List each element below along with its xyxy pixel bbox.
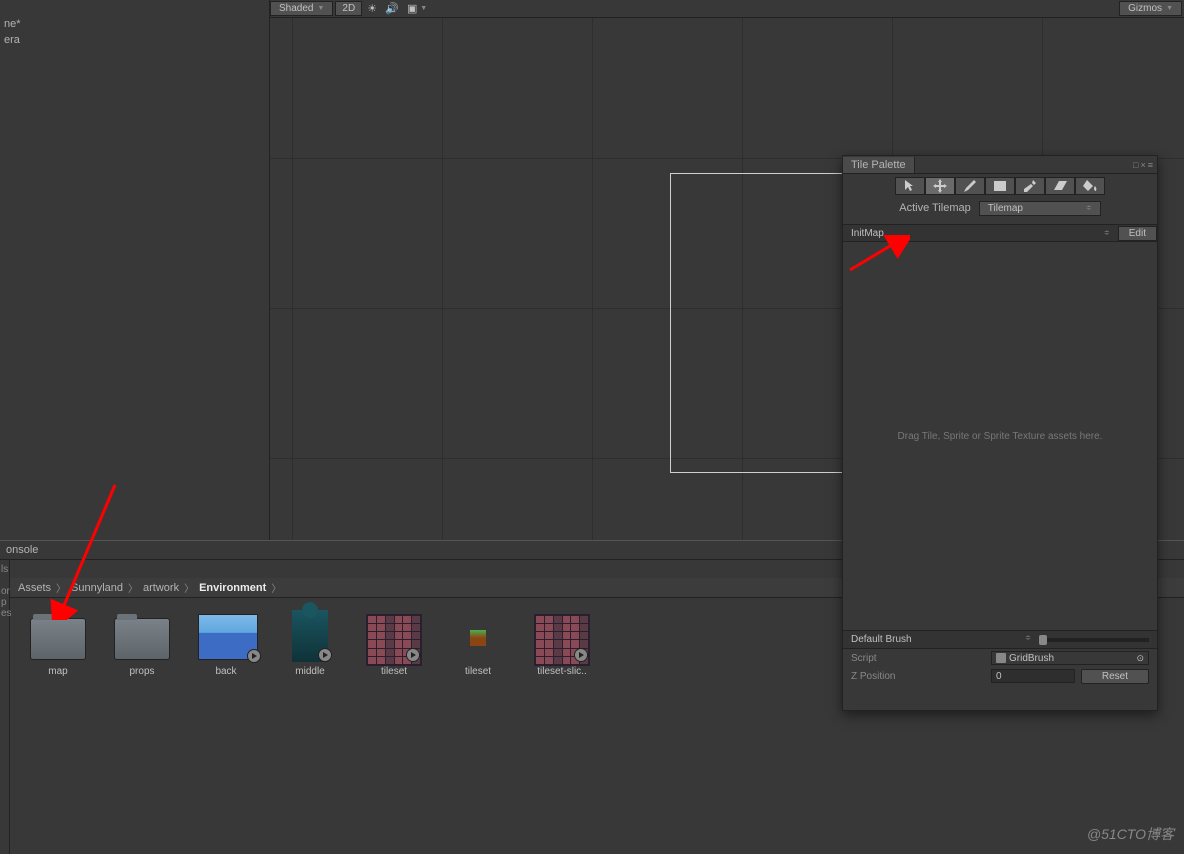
folder-icon — [30, 618, 86, 660]
scene-toolbar: Shaded▼ 2D ☀ 🔊 ▣ ▼ Gizmos▼ — [270, 0, 1184, 18]
asset-folder-props[interactable]: props — [110, 614, 174, 677]
active-tilemap-label: Active Tilemap — [899, 202, 971, 214]
palette-footer: Default Brush≑ Script GridBrush⊙ Z Posit… — [843, 630, 1157, 685]
palette-dropdown[interactable]: InitMap≑ — [843, 227, 1118, 240]
active-tilemap-row: Active Tilemap Tilemap≑ — [843, 198, 1157, 218]
asset-tile-single[interactable]: tileset — [446, 614, 510, 677]
watermark: @51CTO博客 — [1087, 824, 1174, 844]
breadcrumb-sunnyland[interactable]: Sunnyland — [69, 582, 125, 594]
tile-icon — [470, 630, 486, 646]
asset-folder-map[interactable]: map — [26, 614, 90, 677]
script-label: Script — [851, 653, 991, 664]
palette-select-row: InitMap≑ Edit — [843, 224, 1157, 242]
breadcrumb-assets[interactable]: Assets — [16, 582, 53, 594]
fill-tool[interactable] — [1075, 177, 1105, 195]
play-icon[interactable] — [318, 648, 332, 662]
tilemap-dropdown[interactable]: Tilemap≑ — [979, 201, 1101, 216]
hierarchy-item[interactable]: era — [0, 32, 269, 48]
hierarchy-header — [0, 0, 269, 16]
asset-sprite-middle[interactable]: middle — [278, 614, 342, 677]
dock-icon[interactable]: □ — [1133, 160, 1138, 170]
close-icon[interactable]: × — [1140, 160, 1145, 170]
tile-palette-tab[interactable]: Tile Palette — [843, 157, 915, 173]
project-sidebar: ls or p es — [0, 560, 10, 854]
palette-toolbar — [843, 174, 1157, 198]
audio-icon[interactable]: 🔊 — [382, 1, 402, 16]
script-field[interactable]: GridBrush⊙ — [991, 651, 1149, 665]
menu-icon[interactable]: ≡ — [1148, 160, 1153, 170]
lighting-icon[interactable]: ☀ — [362, 1, 382, 16]
hierarchy-panel: ne* era — [0, 0, 270, 540]
brush-dropdown[interactable]: Default Brush≑ — [851, 634, 1031, 645]
zoom-slider[interactable] — [1039, 638, 1149, 642]
fx-icon[interactable]: ▣ — [402, 1, 422, 16]
sprite-icon — [198, 614, 258, 660]
asset-tileset[interactable]: tileset — [362, 614, 426, 677]
chevron-right-icon: 〉 — [125, 580, 141, 595]
chevron-right-icon: 〉 — [181, 580, 197, 595]
palette-hint: Drag Tile, Sprite or Sprite Texture asse… — [898, 431, 1103, 442]
zposition-label: Z Position — [851, 671, 991, 682]
palette-header: Tile Palette □ × ≡ — [843, 156, 1157, 174]
shading-dropdown[interactable]: Shaded▼ — [270, 1, 333, 16]
select-tool[interactable] — [895, 177, 925, 195]
rect-tool[interactable] — [985, 177, 1015, 195]
asset-sprite-back[interactable]: back — [194, 614, 258, 677]
palette-canvas[interactable]: Drag Tile, Sprite or Sprite Texture asse… — [843, 242, 1157, 630]
chevron-right-icon: 〉 — [53, 580, 69, 595]
picker-tool[interactable] — [1015, 177, 1045, 195]
chevron-right-icon: 〉 — [268, 580, 284, 595]
script-icon — [996, 653, 1006, 663]
gizmos-dropdown[interactable]: Gizmos▼ — [1119, 1, 1182, 16]
play-icon[interactable] — [574, 648, 588, 662]
folder-icon — [114, 618, 170, 660]
breadcrumb-artwork[interactable]: artwork — [141, 582, 181, 594]
zposition-input[interactable]: 0 — [991, 669, 1075, 683]
tile-palette-window: Tile Palette □ × ≡ Active Tilemap Tilema… — [842, 155, 1158, 711]
move-tool[interactable] — [925, 177, 955, 195]
breadcrumb-environment[interactable]: Environment — [197, 582, 268, 594]
eraser-tool[interactable] — [1045, 177, 1075, 195]
scene-name[interactable]: ne* — [0, 16, 269, 32]
asset-tileset-sliced[interactable]: tileset-slic.. — [530, 614, 594, 677]
edit-button[interactable]: Edit — [1118, 226, 1157, 241]
brush-tool[interactable] — [955, 177, 985, 195]
play-icon[interactable] — [406, 648, 420, 662]
2d-toggle[interactable]: 2D — [335, 1, 362, 16]
reset-button[interactable]: Reset — [1081, 669, 1149, 684]
play-icon[interactable] — [247, 649, 261, 663]
